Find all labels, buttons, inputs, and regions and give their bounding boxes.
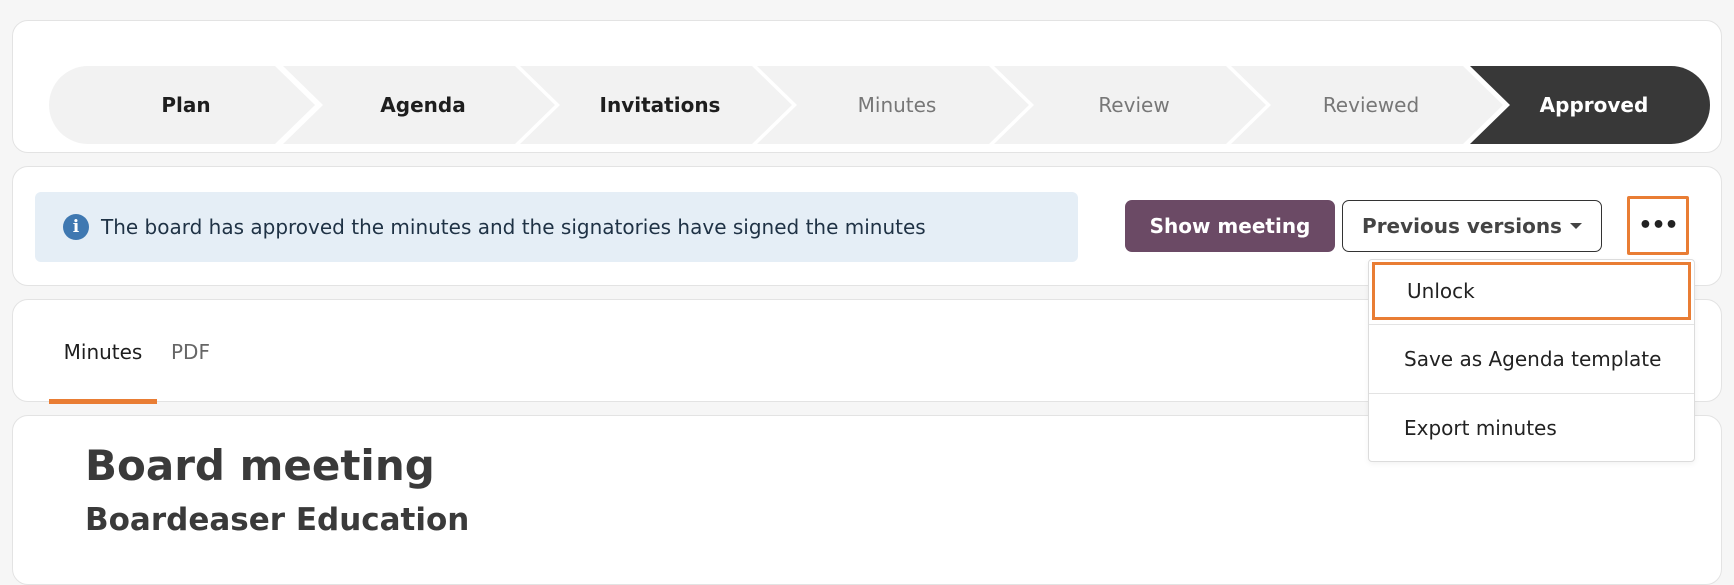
more-options-button[interactable]: ••• [1627,196,1689,255]
previous-versions-dropdown[interactable]: Previous versions [1342,200,1602,252]
step-label: Minutes [857,93,937,117]
step-invitations[interactable]: Invitations [520,66,792,144]
step-minutes[interactable]: Minutes [757,66,1029,144]
step-plan[interactable]: Plan [49,66,315,144]
step-reviewed[interactable]: Reviewed [1231,66,1503,144]
workflow-stepper: Plan Agenda Invitations Minutes Review R… [49,66,1710,144]
menu-item-save-agenda-template[interactable]: Save as Agenda template [1369,324,1694,392]
tab-minutes[interactable]: Minutes [49,300,157,404]
step-agenda[interactable]: Agenda [283,66,555,144]
caret-down-icon [1569,223,1582,229]
more-options-menu: Unlock Save as Agenda template Export mi… [1368,259,1695,462]
step-label: Agenda [380,93,466,117]
step-label: Approved [1539,93,1649,117]
info-message: The board has approved the minutes and t… [101,215,926,239]
menu-item-export-minutes[interactable]: Export minutes [1369,393,1694,461]
menu-item-unlock[interactable]: Unlock [1372,262,1691,320]
info-circle-icon: i [63,214,89,240]
document-subtitle: Boardeaser Education [85,502,470,538]
step-label: Invitations [599,93,721,117]
step-label: Reviewed [1322,93,1420,117]
info-banner: i The board has approved the minutes and… [35,192,1078,262]
document-title: Board meeting [85,441,435,490]
step-approved[interactable]: Approved [1470,66,1710,144]
workflow-stepper-card: Plan Agenda Invitations Minutes Review R… [12,20,1722,153]
step-label: Review [1098,93,1170,117]
previous-versions-label: Previous versions [1362,214,1562,238]
step-label: Plan [161,93,211,117]
tab-pdf[interactable]: PDF [171,300,210,403]
step-review[interactable]: Review [994,66,1266,144]
show-meeting-button[interactable]: Show meeting [1125,200,1335,252]
